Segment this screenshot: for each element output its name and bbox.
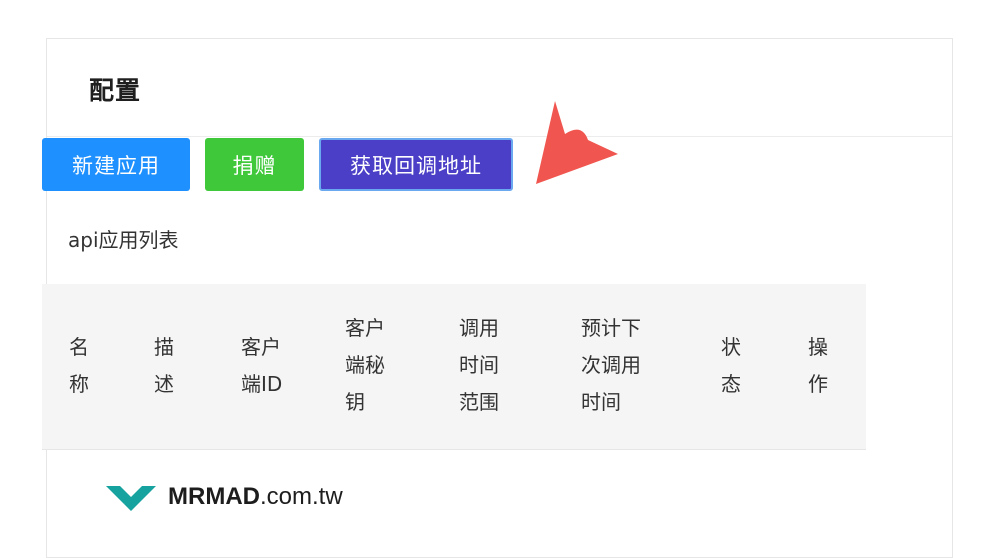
- column-header-description: 描 述: [154, 335, 174, 396]
- page-title: 配置: [89, 76, 142, 105]
- column-header-client-secret: 客户 端秘 钥: [345, 316, 385, 414]
- table-divider: [42, 449, 866, 450]
- watermark-domain: .com.tw: [259, 483, 343, 510]
- card-header: 配置: [47, 39, 952, 137]
- column-header-call-time-range: 调用 时间 范围: [459, 316, 499, 414]
- column-header-actions: 操 作: [808, 335, 828, 396]
- table-header: 名 称 描 述 客户 端ID 客户 端秘 钥 调用 时间 范围 预计下 次调用 …: [42, 284, 866, 449]
- column-header-client-id: 客户 端ID: [241, 335, 283, 396]
- get-callback-url-button[interactable]: 获取回调地址: [319, 138, 513, 191]
- watermark-brand: MRMAD: [168, 483, 260, 510]
- api-app-list-caption: api应用列表: [68, 228, 179, 252]
- new-app-button[interactable]: 新建应用: [42, 138, 190, 191]
- column-header-name: 名 称: [69, 335, 89, 396]
- mrmad-logo-icon: [106, 486, 156, 511]
- watermark: MRMAD .com.tw: [104, 480, 343, 514]
- column-header-status: 状 态: [721, 335, 741, 396]
- column-header-next-call-time: 预计下 次调用 时间: [581, 316, 641, 414]
- donate-button[interactable]: 捐赠: [205, 138, 304, 191]
